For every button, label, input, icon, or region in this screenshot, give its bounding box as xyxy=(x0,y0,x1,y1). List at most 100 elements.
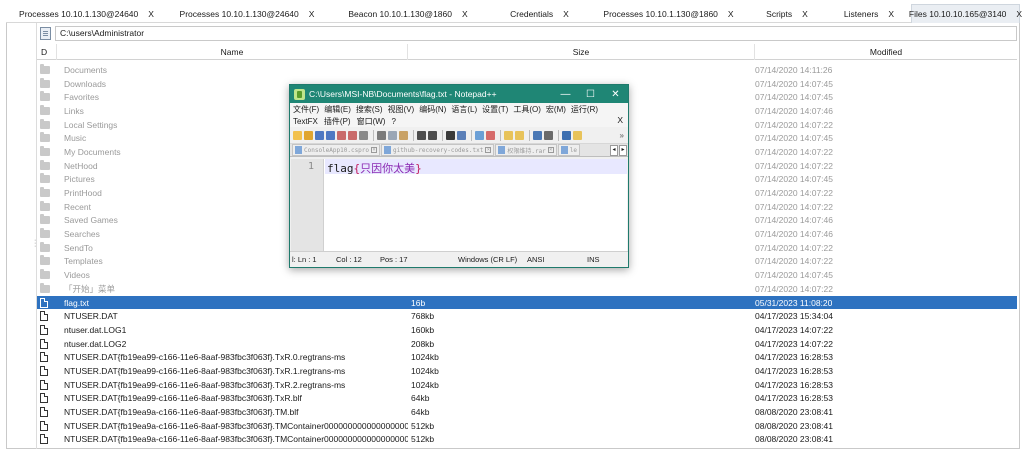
close-all-icon[interactable] xyxy=(348,130,357,140)
file-tab[interactable]: ConsoleApp10.cspro × xyxy=(292,144,381,156)
notepad-titlebar[interactable]: C:\Users\MSI-NB\Documents\flag.txt - Not… xyxy=(290,85,628,103)
tab-files[interactable]: Files 10.10.10.165@3140 X xyxy=(909,4,1022,23)
print-icon[interactable] xyxy=(359,130,368,140)
table-row[interactable]: NTUSER.DAT{fb19ea9a-c166-11e6-8aaf-983fb… xyxy=(37,419,1017,433)
find-icon[interactable] xyxy=(446,130,455,140)
tab-listeners[interactable]: Listeners X xyxy=(827,4,911,23)
file-tab-close-icon[interactable]: × xyxy=(485,147,492,153)
tab-close-button[interactable]: X xyxy=(148,9,154,19)
column-header-modified[interactable]: Modified xyxy=(755,44,1017,60)
zoom-out-icon[interactable] xyxy=(486,130,495,140)
copy-icon[interactable] xyxy=(388,130,397,140)
close-document-button[interactable]: X xyxy=(617,115,623,125)
tab-credentials[interactable]: Credentials X xyxy=(489,4,590,23)
menu-settings[interactable]: 设置(T) xyxy=(482,104,508,115)
path-list-icon[interactable] xyxy=(40,26,51,40)
menu-plugins[interactable]: 插件(P) xyxy=(324,116,351,127)
file-tab[interactable]: github-recovery-codes.txt × xyxy=(381,144,495,156)
function-list-icon[interactable] xyxy=(573,130,582,140)
close-file-icon[interactable] xyxy=(337,130,346,140)
tab-close-button[interactable]: X xyxy=(563,9,569,19)
notepad-window[interactable]: C:\Users\MSI-NB\Documents\flag.txt - Not… xyxy=(289,84,629,268)
file-icon xyxy=(40,420,48,431)
open-file-icon[interactable] xyxy=(304,130,313,140)
tab-scripts[interactable]: Scripts X xyxy=(747,4,827,23)
tab-close-button[interactable]: X xyxy=(728,9,734,19)
menu-help[interactable]: ? xyxy=(391,117,395,126)
menu-window[interactable]: 窗口(W) xyxy=(357,116,386,127)
cut-icon[interactable] xyxy=(377,130,386,140)
table-row[interactable]: ntuser.dat.LOG1 160kb 04/17/2023 14:07:22 xyxy=(37,323,1017,337)
table-row[interactable]: NTUSER.DAT{fb19ea9a-c166-11e6-8aaf-983fb… xyxy=(37,405,1017,419)
splitter-grip-icon[interactable]: · · · xyxy=(34,237,36,250)
path-input[interactable] xyxy=(55,25,1017,41)
word-wrap-icon[interactable] xyxy=(515,130,524,140)
show-all-chars-icon[interactable] xyxy=(544,130,553,140)
tab-processes-1[interactable]: Processes 10.10.1.130@24640 X xyxy=(6,4,167,23)
indent-guide-icon[interactable] xyxy=(533,130,542,140)
menu-view[interactable]: 视图(V) xyxy=(388,104,415,115)
tab-close-button[interactable]: X xyxy=(888,9,894,19)
menu-edit[interactable]: 编辑(E) xyxy=(324,104,351,115)
column-header-d[interactable]: D xyxy=(37,44,57,60)
toolbar-separator xyxy=(558,129,559,141)
maximize-button[interactable]: ☐ xyxy=(578,85,603,103)
save-icon[interactable] xyxy=(315,130,324,140)
file-tab-close-icon[interactable]: × xyxy=(547,147,554,153)
table-row[interactable]: NTUSER.DAT{fb19ea99-c166-11e6-8aaf-983fb… xyxy=(37,378,1017,392)
tab-close-button[interactable]: X xyxy=(309,9,315,19)
table-row[interactable]: Videos 07/14/2020 14:07:45 xyxy=(37,268,1017,282)
table-row[interactable]: NTUSER.DAT{fb19ea9a-c166-11e6-8aaf-983fb… xyxy=(37,433,1017,447)
row-modified: 07/14/2020 14:07:22 xyxy=(755,119,833,130)
table-row[interactable]: 「开始」菜单 07/14/2020 14:07:22 xyxy=(37,282,1017,296)
editor-text[interactable]: flag{只因你太美} xyxy=(327,160,422,176)
menu-encoding[interactable]: 编码(N) xyxy=(419,104,446,115)
tab-processes-3[interactable]: Processes 10.10.1.130@1860 X xyxy=(590,4,747,23)
row-icon-cell xyxy=(37,63,57,74)
tab-close-button[interactable]: X xyxy=(802,9,808,19)
table-row[interactable]: flag.txt 16b 05/31/2023 11:08:20 xyxy=(37,295,1017,310)
table-row[interactable]: NTUSER.DAT{fb19ea99-c166-11e6-8aaf-983fb… xyxy=(37,392,1017,406)
zoom-in-icon[interactable] xyxy=(475,130,484,140)
undo-icon[interactable] xyxy=(417,130,426,140)
replace-icon[interactable] xyxy=(457,130,466,140)
file-icon xyxy=(40,324,48,335)
table-row[interactable]: ntuser.dat.LOG2 208kb 04/17/2023 14:07:22 xyxy=(37,337,1017,351)
menu-tools[interactable]: 工具(O) xyxy=(513,104,541,115)
menu-language[interactable]: 语言(L) xyxy=(451,104,477,115)
tab-scroll-right-icon[interactable]: ▸ xyxy=(619,145,627,156)
column-header-size[interactable]: Size xyxy=(408,44,755,60)
row-size: 208kb xyxy=(411,338,435,349)
tab-close-button[interactable]: X xyxy=(1016,9,1022,19)
new-file-icon[interactable] xyxy=(293,130,302,140)
file-tab-close-icon[interactable]: × xyxy=(371,147,378,153)
notepad-editor[interactable]: 1 flag{只因你太美} xyxy=(291,159,627,251)
close-button[interactable]: ✕ xyxy=(603,85,628,103)
table-row[interactable]: NTUSER.DAT{fb19ea99-c166-11e6-8aaf-983fb… xyxy=(37,364,1017,378)
doc-map-icon[interactable] xyxy=(562,130,571,140)
table-row[interactable]: NTUSER.DAT{fb19ea99-c166-11e6-8aaf-983fb… xyxy=(37,350,1017,364)
minimize-button[interactable]: — xyxy=(553,85,578,103)
file-tab[interactable]: le xyxy=(557,144,581,156)
paste-icon[interactable] xyxy=(399,130,408,140)
menu-macro[interactable]: 宏(M) xyxy=(546,104,566,115)
menu-search[interactable]: 搜索(S) xyxy=(356,104,383,115)
column-header-name[interactable]: Name xyxy=(57,44,408,60)
panel-splitter[interactable]: · · · xyxy=(7,23,37,449)
sync-scroll-icon[interactable] xyxy=(504,130,513,140)
file-tab[interactable]: 权限维持.rar × xyxy=(495,144,557,156)
tab-scroll-left-icon[interactable]: ◂ xyxy=(610,145,618,156)
table-row[interactable]: NTUSER.DAT 768kb 04/17/2023 15:34:04 xyxy=(37,309,1017,323)
menu-textfx[interactable]: TextFX xyxy=(293,117,318,126)
tab-processes-2[interactable]: Processes 10.10.1.130@24640 X xyxy=(167,4,327,23)
menu-run[interactable]: 运行(R) xyxy=(571,104,598,115)
save-all-icon[interactable] xyxy=(326,130,335,140)
row-modified: 04/17/2023 14:07:22 xyxy=(755,338,833,349)
menu-file[interactable]: 文件(F) xyxy=(293,104,319,115)
row-icon-cell xyxy=(37,187,57,198)
toolbar-overflow-icon[interactable]: » xyxy=(620,131,624,140)
table-row[interactable]: Documents 07/14/2020 14:11:26 xyxy=(37,63,1017,77)
tab-beacon[interactable]: Beacon 10.10.1.130@1860 X xyxy=(327,4,489,23)
tab-close-button[interactable]: X xyxy=(462,9,468,19)
redo-icon[interactable] xyxy=(428,130,437,140)
